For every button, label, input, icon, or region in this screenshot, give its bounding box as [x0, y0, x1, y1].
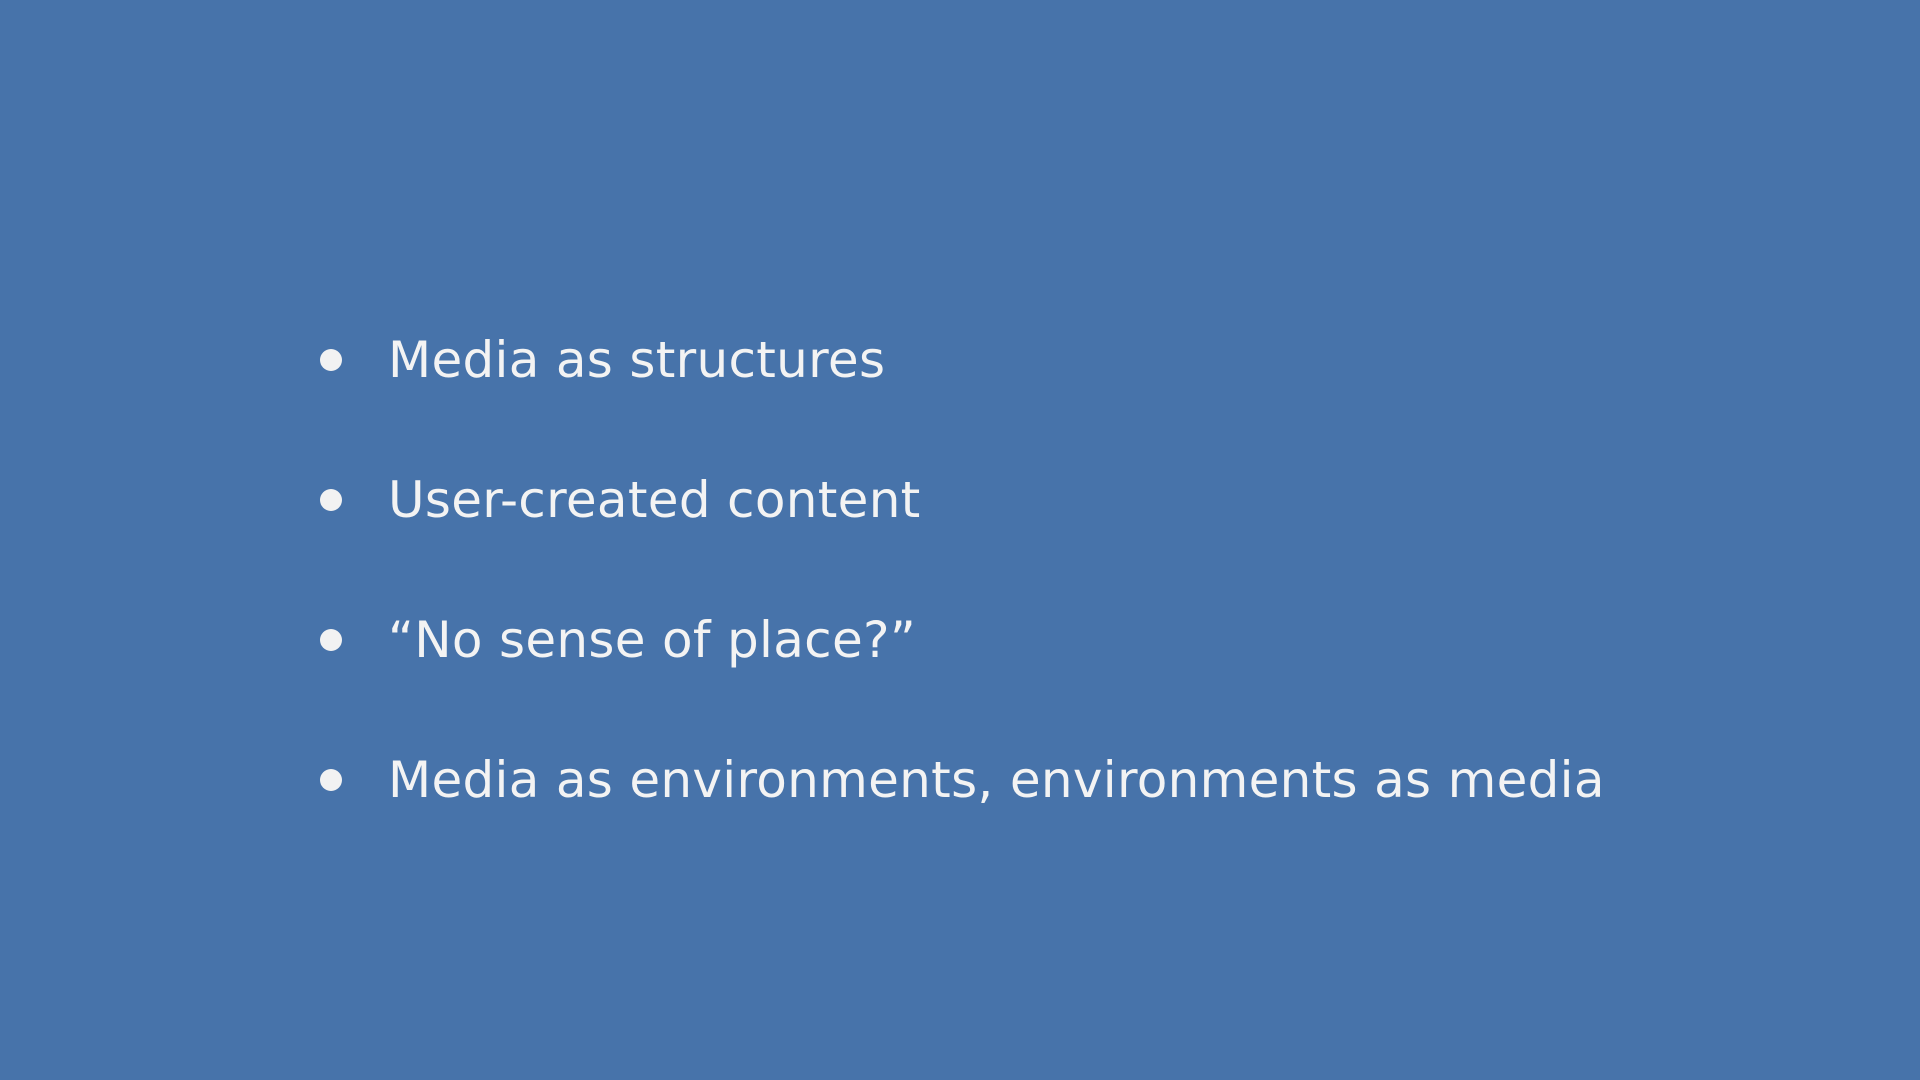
bullet-dot-icon	[320, 489, 342, 511]
bullet-text: User-created content	[388, 471, 921, 529]
list-item: User-created content	[320, 430, 1605, 570]
slide: Media as structures User-created content…	[0, 0, 1920, 1080]
list-item: “No sense of place?”	[320, 570, 1605, 710]
bullet-dot-icon	[320, 769, 342, 791]
list-item: Media as structures	[320, 290, 1605, 430]
bullet-text: Media as environments, environments as m…	[388, 751, 1605, 809]
bullet-dot-icon	[320, 629, 342, 651]
bullet-list: Media as structures User-created content…	[320, 290, 1605, 850]
bullet-dot-icon	[320, 349, 342, 371]
list-item: Media as environments, environments as m…	[320, 710, 1605, 850]
bullet-text: “No sense of place?”	[388, 611, 917, 669]
bullet-text: Media as structures	[388, 331, 886, 389]
